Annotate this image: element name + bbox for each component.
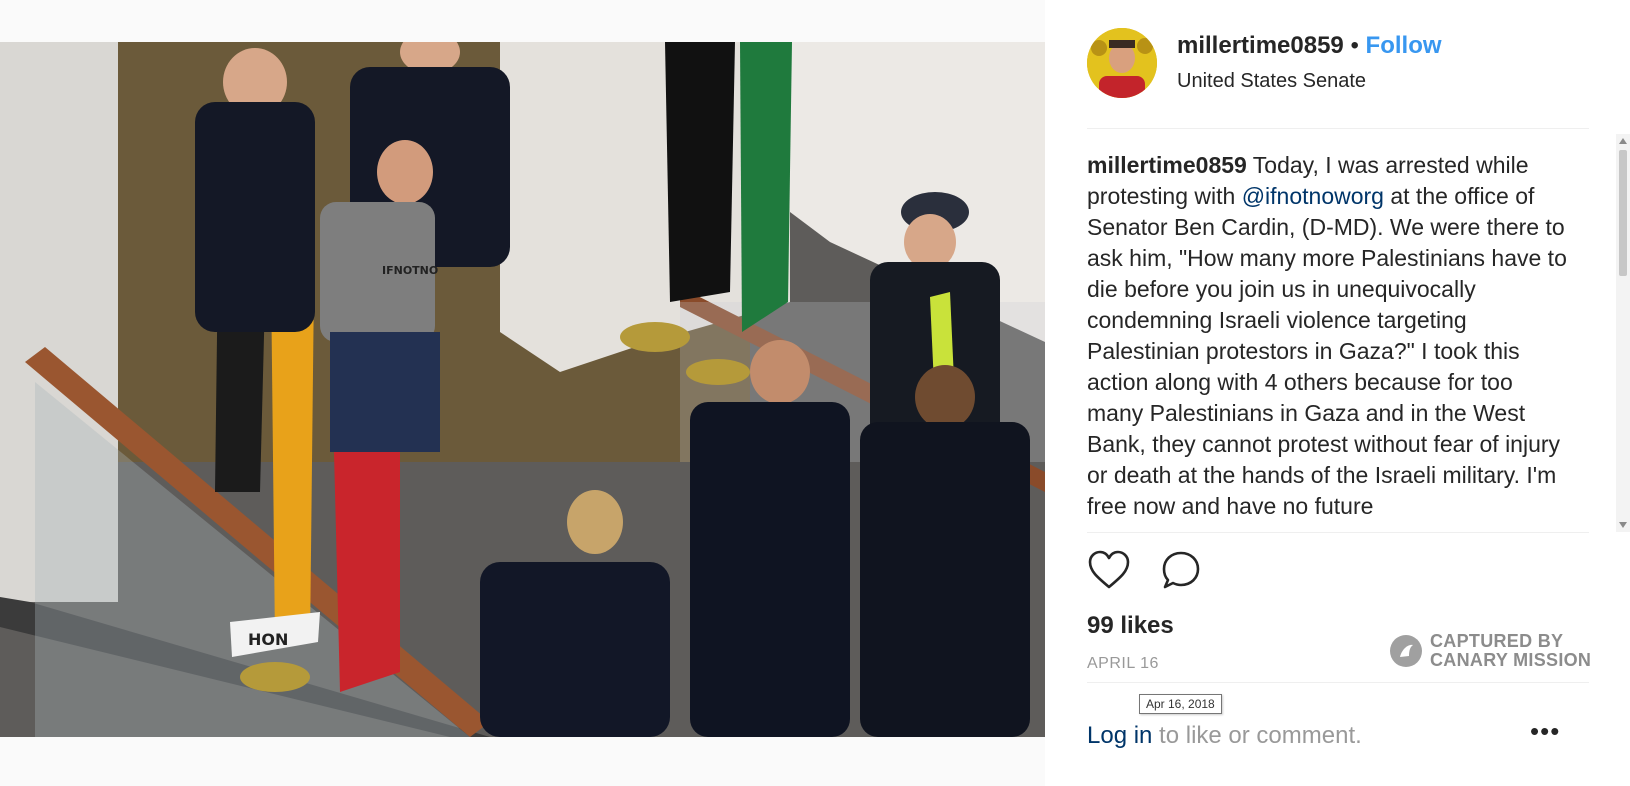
canary-mission-logo-icon <box>1390 635 1422 667</box>
caption-scrollbar[interactable] <box>1616 134 1630 532</box>
post-photo[interactable]: HON IFNOTNO <box>0 42 1045 737</box>
post-side-panel: millertime0859 • Follow United States Se… <box>1045 0 1630 786</box>
avatar[interactable] <box>1087 28 1157 98</box>
caption-scroll-area[interactable]: millertime0859 Today, I was arrested whi… <box>1087 150 1567 528</box>
likes-count[interactable]: 99 likes <box>1087 612 1174 640</box>
header-separator: • <box>1350 32 1359 59</box>
divider <box>1087 682 1589 683</box>
login-prompt: Log in to like or comment. <box>1087 722 1362 750</box>
follow-button[interactable]: Follow <box>1366 32 1442 59</box>
caption-username[interactable]: millertime0859 <box>1087 152 1247 178</box>
divider <box>1087 128 1589 129</box>
scroll-up-arrow-icon[interactable] <box>1619 138 1627 144</box>
divider <box>1087 532 1589 533</box>
watermark-line2: CANARY MISSION <box>1430 650 1592 670</box>
login-link[interactable]: Log in <box>1087 722 1152 749</box>
scrollbar-thumb[interactable] <box>1619 150 1627 276</box>
username-link[interactable]: millertime0859 <box>1177 32 1344 59</box>
photo-illustration: HON IFNOTNO <box>0 42 1045 737</box>
sign-text: HON <box>248 630 288 649</box>
watermark-text: CAPTURED BY CANARY MISSION <box>1430 632 1591 670</box>
caption-text: millertime0859 Today, I was arrested whi… <box>1087 150 1567 522</box>
shirt-text: IFNOTNO <box>382 264 438 277</box>
location-link[interactable]: United States Senate <box>1177 70 1366 93</box>
watermark-line1: CAPTURED BY <box>1430 631 1564 651</box>
more-options-icon[interactable]: ••• <box>1530 716 1560 747</box>
post-header: millertime0859 • Follow United States Se… <box>1087 28 1630 98</box>
post-date[interactable]: APRIL 16 <box>1087 655 1159 673</box>
date-tooltip: Apr 16, 2018 <box>1139 694 1222 714</box>
heart-icon[interactable] <box>1087 550 1131 590</box>
caption-text-part: at the office of Senator Ben Cardin, (D-… <box>1087 183 1567 519</box>
login-prompt-text: to like or comment. <box>1152 722 1362 749</box>
scroll-down-arrow-icon[interactable] <box>1619 522 1627 528</box>
caption-mention-link[interactable]: @ifnotnoworg <box>1242 183 1384 209</box>
watermark: CAPTURED BY CANARY MISSION <box>1390 632 1591 670</box>
avatar-image <box>1087 28 1157 98</box>
comment-bubble-icon[interactable] <box>1159 550 1203 590</box>
action-bar <box>1087 550 1203 590</box>
